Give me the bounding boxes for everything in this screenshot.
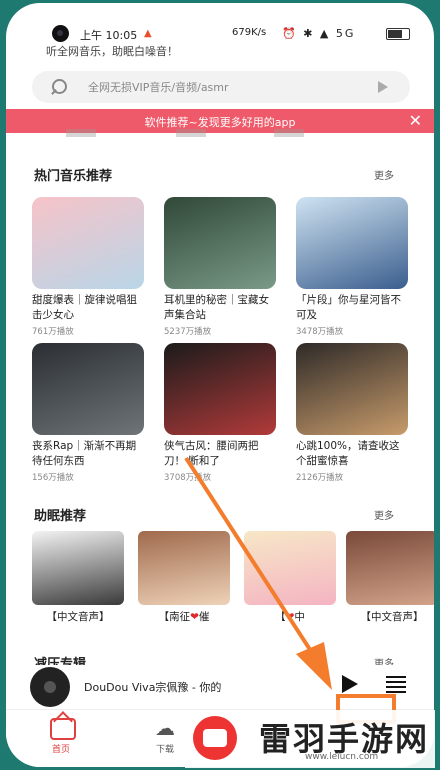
watermark-logo <box>193 716 237 760</box>
watermark: 雷羽手游网 www.leiucn.com <box>185 710 435 768</box>
watermark-url: www.leiucn.com <box>305 752 379 762</box>
annotation-arrow <box>184 456 332 690</box>
